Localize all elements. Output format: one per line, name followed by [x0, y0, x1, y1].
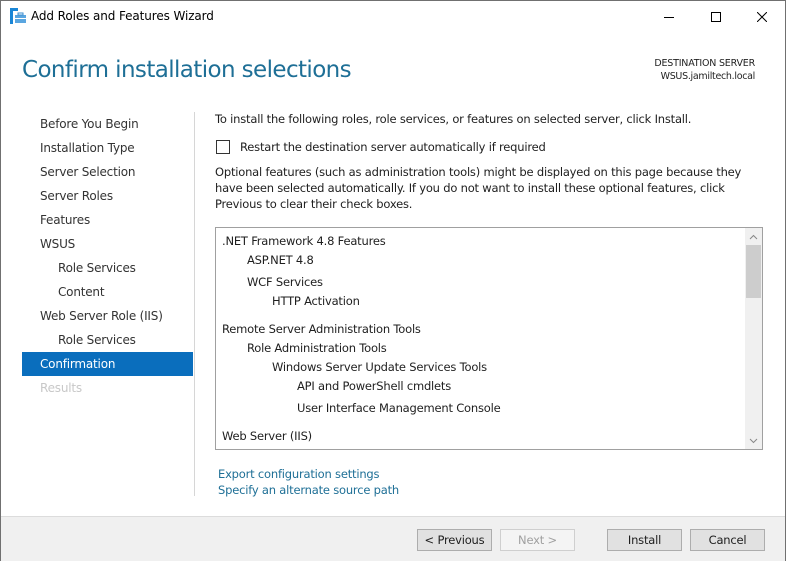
sidebar-item-server-selection[interactable]: Server Selection [22, 160, 193, 184]
minimize-button[interactable] [646, 1, 692, 32]
selected-features-list[interactable]: .NET Framework 4.8 Features ASP.NET 4.8 … [215, 227, 763, 450]
sidebar-item-features[interactable]: Features [22, 208, 193, 232]
feature-item: User Interface Management Console [297, 401, 501, 415]
feature-item: .NET Framework 4.8 Features [222, 234, 386, 248]
intro-text: To install the following roles, role ser… [215, 112, 692, 126]
cancel-button[interactable]: Cancel [690, 529, 765, 551]
close-icon [757, 11, 767, 22]
optional-features-note: Optional features (such as administratio… [215, 165, 742, 211]
feature-item: Role Administration Tools [247, 341, 387, 355]
restart-option[interactable]: Restart the destination server automatic… [215, 140, 546, 154]
previous-button[interactable]: < Previous [417, 529, 492, 551]
sidebar-item-installation-type[interactable]: Installation Type [22, 136, 193, 160]
scroll-thumb[interactable] [746, 245, 761, 298]
window-title: Add Roles and Features Wizard [31, 9, 214, 23]
chevron-up-icon [749, 234, 758, 239]
title-bar[interactable]: Add Roles and Features Wizard [1, 1, 785, 32]
scroll-up-button[interactable] [745, 228, 762, 245]
feature-item: API and PowerShell cmdlets [297, 379, 452, 393]
scroll-down-button[interactable] [745, 432, 762, 449]
restart-checkbox[interactable] [216, 140, 230, 154]
sidebar-item-confirmation[interactable]: Confirmation [22, 352, 193, 376]
restart-checkbox-label[interactable]: Restart the destination server automatic… [240, 140, 546, 154]
sidebar-item-server-roles[interactable]: Server Roles [22, 184, 193, 208]
maximize-icon [711, 11, 721, 22]
server-manager-icon [10, 8, 26, 24]
wizard-window: Add Roles and Features Wizard Confirm in… [0, 0, 786, 561]
sidebar-item-results: Results [40, 381, 82, 395]
feature-item: Windows Server Update Services Tools [272, 360, 487, 374]
wizard-footer: < Previous Next > Install Cancel [1, 516, 785, 561]
close-button[interactable] [739, 1, 785, 32]
sidebar-item-iis-role-services[interactable]: Role Services [22, 328, 193, 352]
export-configuration-link[interactable]: Export configuration settings [218, 466, 399, 482]
sidebar-item-wsus-role-services[interactable]: Role Services [22, 256, 193, 280]
page-title: Confirm installation selections [22, 57, 352, 83]
features-scrollbar[interactable] [745, 228, 762, 449]
wizard-steps-sidebar: Before You Begin Installation Type Serve… [22, 112, 193, 400]
maximize-button[interactable] [693, 1, 739, 32]
next-button: Next > [500, 529, 575, 551]
alternate-source-path-link[interactable]: Specify an alternate source path [218, 482, 399, 498]
feature-item: WCF Services [247, 275, 323, 289]
feature-item: Web Server (IIS) [222, 429, 312, 443]
destination-server-label: DESTINATION SERVER [654, 58, 755, 69]
feature-item: Remote Server Administration Tools [222, 322, 421, 336]
sidebar-divider [194, 112, 195, 496]
install-button[interactable]: Install [607, 529, 682, 551]
minimize-icon [664, 16, 674, 18]
sidebar-item-wsus[interactable]: WSUS [22, 232, 193, 256]
destination-server-name: WSUS.jamiltech.local [660, 71, 756, 82]
feature-item: HTTP Activation [272, 294, 360, 308]
chevron-down-icon [749, 438, 758, 443]
sidebar-item-web-server-role[interactable]: Web Server Role (IIS) [22, 304, 193, 328]
sidebar-item-before-you-begin[interactable]: Before You Begin [22, 112, 193, 136]
sidebar-item-wsus-content[interactable]: Content [22, 280, 193, 304]
config-links: Export configuration settings Specify an… [218, 466, 399, 498]
features-list-content: .NET Framework 4.8 Features ASP.NET 4.8 … [222, 232, 501, 446]
feature-item: ASP.NET 4.8 [247, 253, 314, 267]
